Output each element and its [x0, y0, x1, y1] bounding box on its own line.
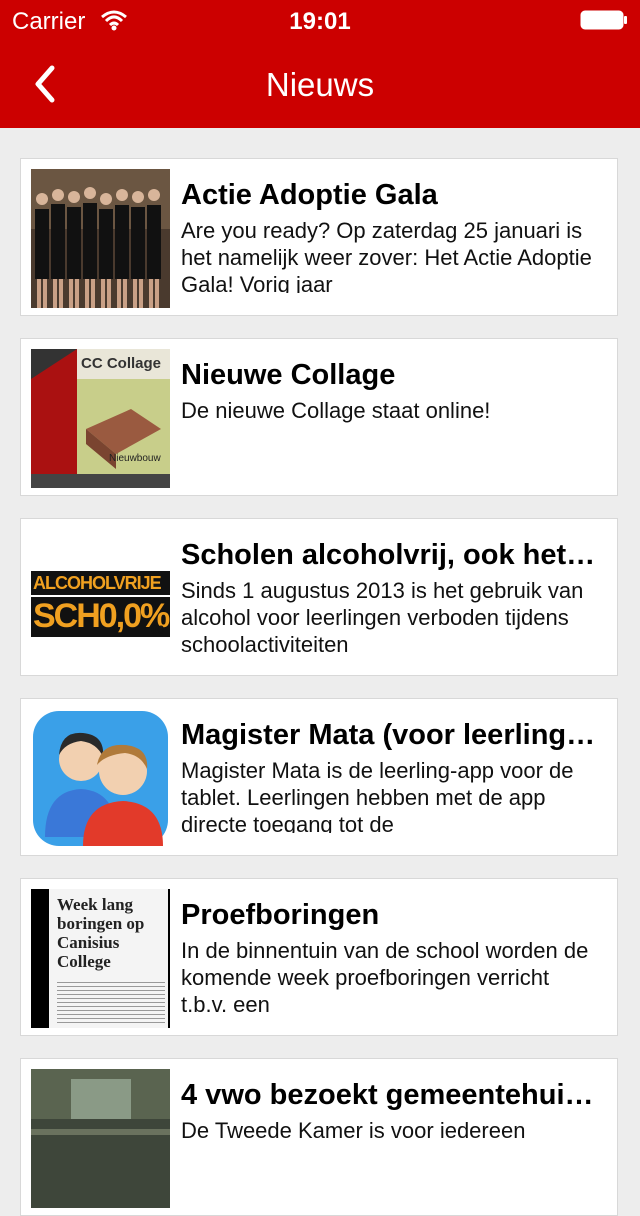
news-summary: Sinds 1 augustus 2013 is het gebruik van…: [181, 578, 584, 653]
news-thumbnail: ALCOHOLVRIJE SCH0,0% 00: [31, 529, 170, 668]
news-title: Nieuwe Collage: [181, 359, 396, 391]
news-thumbnail: [31, 709, 170, 848]
thumb-sub: 00: [151, 623, 165, 637]
news-summary: In de binnentuin van de school worden de…: [181, 938, 589, 1013]
news-item-proefboringen[interactable]: Week lang boringen op Canisius College P…: [20, 878, 618, 1036]
news-item-actie-adoptie-gala[interactable]: Actie Adoptie Gala Are you ready? Op zat…: [20, 158, 618, 316]
news-summary: De nieuwe Collage staat online!: [181, 398, 491, 423]
group-photo-image: [31, 169, 170, 308]
news-thumbnail: Week lang boringen op Canisius College: [31, 889, 170, 1028]
news-summary: Are you ready? Op zaterdag 25 januari is…: [181, 218, 592, 293]
news-title: Proefboringen: [181, 899, 380, 931]
news-item-4-vwo-gemeentehuis[interactable]: 4 vwo bezoekt gemeentehui… De Tweede Kam…: [20, 1058, 618, 1216]
page-title: Nieuws: [265, 66, 375, 103]
news-item-magister-mata[interactable]: Magister Mata (voor leerling… Magister M…: [20, 698, 618, 856]
navigation-bar: Nieuws: [0, 40, 640, 128]
news-thumbnail: [31, 169, 170, 308]
news-item-nieuwe-collage[interactable]: CC Collage Nieuwbouw Nieuwe Collage De n…: [20, 338, 618, 496]
news-item-scholen-alcoholvrij[interactable]: ALCOHOLVRIJE SCH0,0% 00 Scholen alcoholv…: [20, 518, 618, 676]
thumb-line-1: ALCOHOLVRIJE: [33, 573, 162, 593]
magister-app-icon: [33, 711, 168, 846]
news-title: Actie Adoptie Gala: [181, 179, 438, 211]
news-thumbnail: CC Collage Nieuwbouw: [31, 349, 170, 488]
news-summary: De Tweede Kamer is voor iedereen: [181, 1118, 526, 1143]
meeting-hall-photo: [31, 1069, 170, 1208]
news-title: Magister Mata (voor leerling…: [181, 719, 596, 751]
thumb-headline: Week lang boringen op Canisius College: [57, 895, 145, 971]
news-summary: Magister Mata is de leerling-app voor de…: [181, 758, 574, 833]
battery-icon: [580, 10, 627, 30]
header: Carrier 19:01 Nieuws: [0, 0, 640, 128]
news-title: 4 vwo bezoekt gemeentehui…: [181, 1079, 594, 1111]
news-thumbnail: [31, 1069, 170, 1208]
status-bar: Carrier 19:01: [0, 0, 640, 40]
thumb-cover-caption: Nieuwbouw: [109, 453, 161, 464]
clock: 19:01: [289, 8, 351, 35]
thumb-line-2: SCH0,0%: [33, 597, 170, 635]
news-title: Scholen alcoholvrij, ook het…: [181, 539, 596, 571]
thumb-cover-title: CC Collage: [81, 355, 162, 372]
